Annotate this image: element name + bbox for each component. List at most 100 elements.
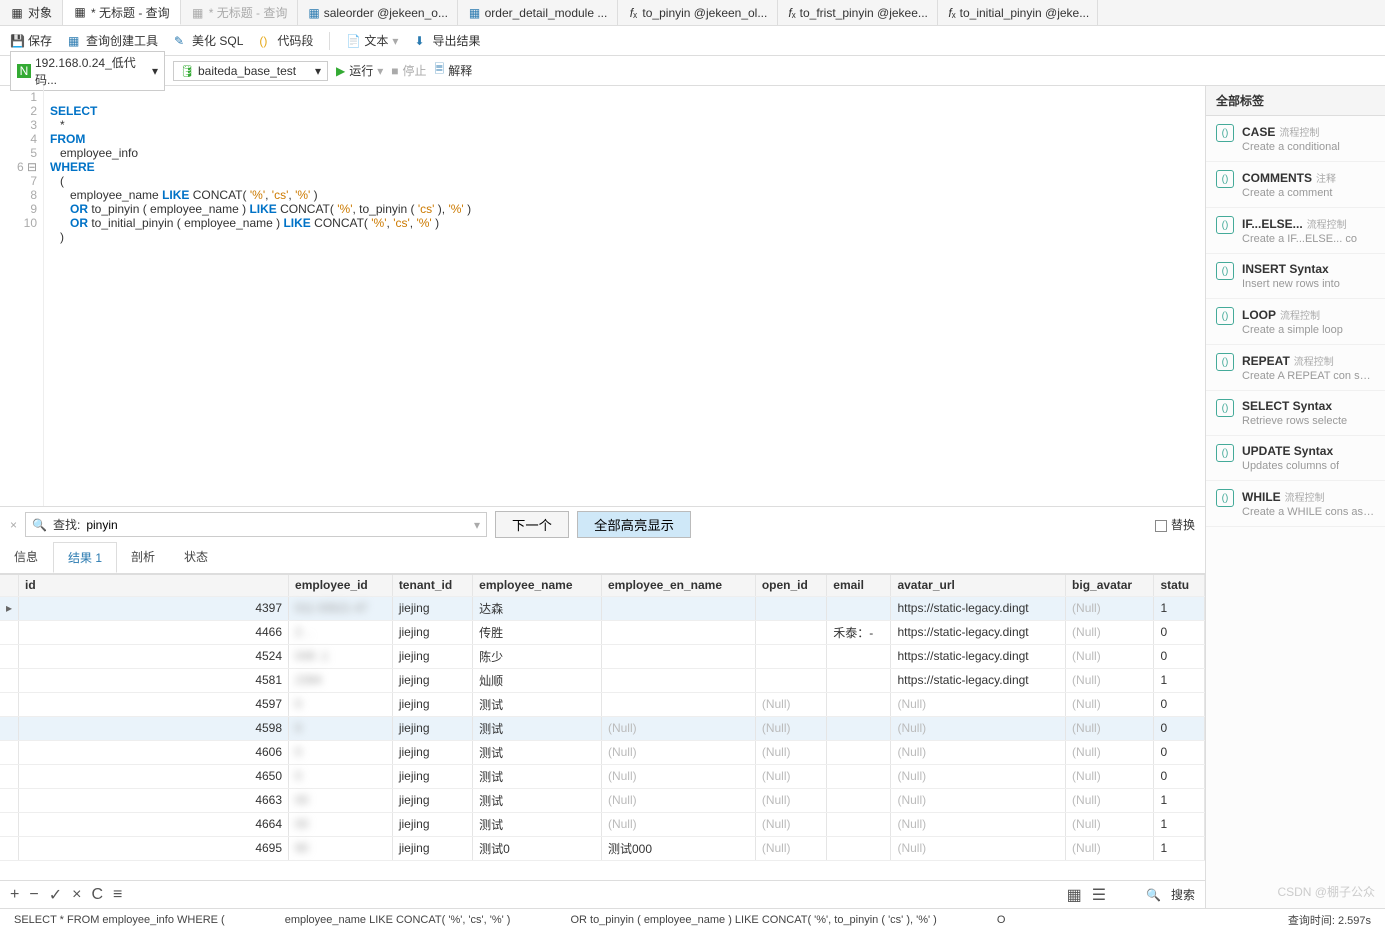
cell[interactable]: (Null) [891,812,1066,836]
col-employee_en_name[interactable]: employee_en_name [601,575,755,596]
cell[interactable]: 1 [1154,596,1205,620]
tab-result1[interactable]: 结果 1 [53,542,117,573]
cell[interactable] [0,620,19,644]
cell[interactable]: 4524 [19,644,289,668]
cell[interactable]: (Null) [755,764,826,788]
col-open_id[interactable]: open_id [755,575,826,596]
cell[interactable]: jiejing [392,716,472,740]
cell[interactable]: jiejing [392,644,472,668]
code-body[interactable]: SELECT * FROM employee_info WHERE ( empl… [44,86,477,506]
tab-info[interactable]: 信息 [0,542,53,573]
col-ptr[interactable] [0,575,19,596]
check-icon[interactable]: ✓ [49,885,62,905]
cell[interactable]: 测试000 [601,836,755,860]
cell[interactable] [601,620,755,644]
table-row[interactable]: 466400jiejing测试(Null)(Null)(Null)(Null)1 [0,812,1205,836]
cell[interactable]: (Null) [1066,620,1154,644]
cell[interactable]: 测试0 [473,836,602,860]
cell[interactable]: jiejing [392,788,472,812]
snippet-item[interactable]: ()COMMENTS注释Create a comment [1206,162,1385,208]
save-button[interactable]: 💾保存 [10,32,52,49]
cell[interactable] [0,812,19,836]
cell[interactable]: 1 [1154,812,1205,836]
cell[interactable]: 4598 [19,716,289,740]
cell[interactable] [0,716,19,740]
chevron-down-icon[interactable]: ▾ [474,518,480,532]
cell[interactable]: (Null) [891,836,1066,860]
text-button[interactable]: 📄文本 ▾ [346,32,398,49]
cell[interactable]: 049 .1 [289,644,393,668]
cell[interactable] [827,692,891,716]
cell[interactable]: (Null) [1066,788,1154,812]
table-row[interactable]: 45980jiejing测试(Null)(Null)(Null)(Null)0 [0,716,1205,740]
snippet-item[interactable]: ()REPEAT流程控制Create A REPEAT con search_c… [1206,345,1385,391]
cell[interactable]: (Null) [755,692,826,716]
cell[interactable] [0,764,19,788]
cell[interactable]: (Null) [1066,836,1154,860]
explain-button[interactable]: 🗏解释 [435,60,473,81]
tab-to-initial-pinyin[interactable]: fₓto_initial_pinyin @jeke... [938,0,1098,25]
snippet-item[interactable]: ()UPDATE SyntaxUpdates columns of [1206,436,1385,481]
cell[interactable] [827,764,891,788]
cell[interactable] [755,668,826,692]
cell[interactable]: 测试 [473,692,602,716]
cell[interactable] [601,668,755,692]
cell[interactable]: 0 [1154,764,1205,788]
cell[interactable]: ▸ [0,596,19,620]
tab-to-pinyin[interactable]: fₓto_pinyin @jekeen_ol... [618,0,778,25]
tab-objects[interactable]: ▦对象 [0,0,63,25]
grid-view-icon[interactable]: ▦ [1067,885,1082,905]
result-grid[interactable]: idemployee_idtenant_idemployee_nameemplo… [0,574,1205,930]
cell[interactable]: (Null) [1066,812,1154,836]
cell[interactable]: 4466 [19,620,289,644]
snippet-item[interactable]: ()WHILE流程控制Create a WHILE cons as long a… [1206,481,1385,527]
col-statu[interactable]: statu [1154,575,1205,596]
cell[interactable]: https://static-legacy.dingt [891,596,1066,620]
cell[interactable]: 0 [1154,644,1205,668]
cell[interactable]: 0 [289,740,393,764]
cell[interactable]: (Null) [755,788,826,812]
cell[interactable] [827,788,891,812]
cell[interactable]: jiejing [392,812,472,836]
cell[interactable]: jiejing [392,764,472,788]
col-employee_id[interactable]: employee_id [289,575,393,596]
cell[interactable]: 0 [289,764,393,788]
cell[interactable] [755,644,826,668]
cell[interactable]: 4663 [19,788,289,812]
cell[interactable]: 测试 [473,764,602,788]
cell[interactable]: 4664 [19,812,289,836]
cell[interactable]: (Null) [601,764,755,788]
cell[interactable]: 4695 [19,836,289,860]
tab-query-active[interactable]: ▦* 无标题 - 查询 [63,0,181,25]
next-button[interactable]: 下一个 [495,511,569,538]
beautify-button[interactable]: ✎美化 SQL [174,32,243,49]
col-big_avatar[interactable]: big_avatar [1066,575,1154,596]
cell[interactable] [601,692,755,716]
more-button[interactable]: ≡ [113,886,122,904]
table-row[interactable]: 46060jiejing测试(Null)(Null)(Null)(Null)0 [0,740,1205,764]
cell[interactable] [0,740,19,764]
form-view-icon[interactable]: ☰ [1092,885,1106,905]
cell[interactable]: (Null) [601,788,755,812]
cell[interactable]: 传胜 [473,620,602,644]
refresh-button[interactable]: C [91,886,103,904]
cell[interactable] [827,644,891,668]
cell[interactable]: 灿顺 [473,668,602,692]
cell[interactable]: jiejing [392,596,472,620]
search-input[interactable] [86,518,468,532]
cell[interactable]: 禾泰：- [827,620,891,644]
cell[interactable]: 4581 [19,668,289,692]
connection-select[interactable]: N192.168.0.24_低代码...▾ [10,51,165,91]
table-row[interactable]: 4466 2. .jiejing传胜禾泰：-https://static-leg… [0,620,1205,644]
cell[interactable]: 4650 [19,764,289,788]
tab-query-gray[interactable]: ▦* 无标题 - 查询 [181,0,299,25]
cell[interactable]: 4606 [19,740,289,764]
cell[interactable]: (Null) [755,836,826,860]
cell[interactable]: 4597 [19,692,289,716]
table-row[interactable]: 45970jiejing测试(Null)(Null)(Null)0 [0,692,1205,716]
cell[interactable] [827,668,891,692]
cell[interactable] [0,836,19,860]
cell[interactable] [827,740,891,764]
cell[interactable]: 2. . [289,620,393,644]
remove-button[interactable]: − [29,886,38,904]
